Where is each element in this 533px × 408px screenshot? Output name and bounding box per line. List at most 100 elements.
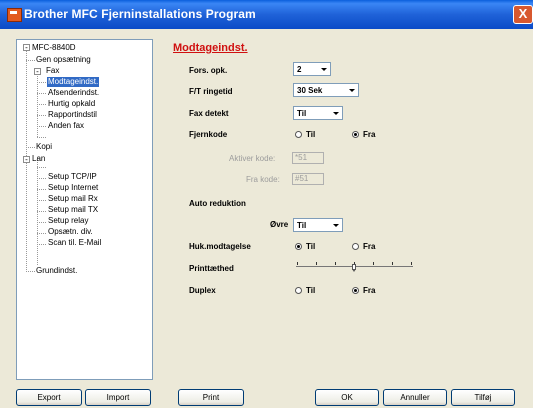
tree-line [37,189,46,190]
remote-code-off-radio[interactable]: Fra [352,130,375,139]
upper-select[interactable]: Til [293,218,343,232]
tree-line [26,147,35,148]
deactivate-code-label: Fra kode: [246,175,280,184]
slider-tick [297,262,298,265]
activate-code-label: Aktiver kode: [229,154,276,163]
tree-line [37,222,46,223]
import-button[interactable]: Import [85,389,151,406]
remote-code-label: Fjernkode [189,130,228,139]
tree-line [37,126,46,127]
chevron-down-icon[interactable] [346,85,357,95]
tree-line [26,60,35,61]
window-title: Brother MFC Fjerninstallations Program [24,7,256,21]
memory-receive-on-label: Til [306,242,316,251]
rings-select[interactable]: 2 [293,62,331,76]
chevron-down-icon[interactable] [330,220,341,230]
print-density-label: Printtæthed [189,264,234,273]
close-button[interactable]: X [513,5,533,24]
tree-item-sender-settings[interactable]: Afsenderindst. [48,88,99,98]
radio-button-icon[interactable] [295,131,302,138]
apply-button[interactable]: Tilføj [451,389,515,406]
tree-line [37,76,38,137]
slider-tick [392,262,393,265]
export-button[interactable]: Export [16,389,82,406]
tree-item-scan-to-email[interactable]: Scan til. E-Mail [48,238,101,248]
fax-detect-label: Fax detekt [189,109,229,118]
collapse-root-icon[interactable]: - [23,44,30,52]
tree-line [37,200,46,201]
tree-line [37,104,46,105]
auto-reduction-label: Auto reduktion [189,199,246,208]
rings-value: 2 [297,65,302,74]
tree-item-misc-setup[interactable]: Opsætn. div. [48,227,93,237]
tree-item-report-settings[interactable]: Rapportindstil [48,110,97,120]
tree-item-fax[interactable]: Fax [46,66,59,76]
tree-item-basic-settings[interactable]: Grundindst. [36,266,77,276]
memory-receive-off-radio[interactable]: Fra [352,242,375,251]
rings-label: Fors. opk. [189,66,228,75]
tree-item-setup-mail-rx[interactable]: Setup mail Rx [48,194,98,204]
tree-item-other-fax[interactable]: Anden fax [48,121,84,131]
tree-item-setup-internet[interactable]: Setup Internet [48,183,98,193]
remote-code-off-label: Fra [363,130,376,139]
tree-item-receive-settings[interactable]: Modtageindst. [47,77,100,87]
print-button[interactable]: Print [178,389,244,406]
duplex-on-radio[interactable]: Til [295,286,315,295]
slider-thumb[interactable] [352,264,357,273]
tree-item-gen-setup[interactable]: Gen opsætning [36,55,91,65]
memory-receive-off-label: Fra [363,242,376,251]
cancel-button[interactable]: Annuller [383,389,447,406]
tree-line [37,244,46,245]
radio-button-icon[interactable] [352,287,359,294]
tree-line [37,137,46,138]
upper-label: Øvre [270,220,289,229]
radio-button-icon[interactable] [295,243,302,250]
chevron-down-icon[interactable] [318,64,329,74]
activate-code-field[interactable]: *51 [292,152,324,164]
ft-ring-time-value: 30 Sek [297,86,323,95]
deactivate-code-field[interactable]: #51 [292,173,324,185]
fax-detect-value: Til [297,109,307,118]
remote-code-on-radio[interactable]: Til [295,130,315,139]
remote-code-on-label: Til [306,130,316,139]
memory-receive-on-radio[interactable]: Til [295,242,315,251]
duplex-on-label: Til [306,286,316,295]
title-bar: Brother MFC Fjerninstallations Program X [0,0,533,29]
app-icon [7,8,22,22]
slider-tick [335,262,336,265]
radio-button-icon[interactable] [295,287,302,294]
tree-item-setup-mail-tx[interactable]: Setup mail TX [48,205,98,215]
collapse-lan-icon[interactable]: - [23,156,30,164]
chevron-down-icon[interactable] [330,108,341,118]
tree-line [37,115,46,116]
tree-item-root[interactable]: MFC-8840D [32,43,76,53]
tree-line [37,211,46,212]
duplex-off-label: Fra [363,286,376,295]
collapse-fax-icon[interactable]: - [34,68,41,76]
ft-ring-time-select[interactable]: 30 Sek [293,83,359,97]
tree-item-setup-relay[interactable]: Setup relay [48,216,88,226]
tree-item-copy[interactable]: Kopi [36,142,52,152]
tree-item-setup-tcpip[interactable]: Setup TCP/IP [48,172,97,182]
slider-tick [373,262,374,265]
radio-button-icon[interactable] [352,131,359,138]
radio-button-icon[interactable] [352,243,359,250]
tree-line [37,167,46,168]
tree-item-lan[interactable]: Lan [32,154,45,164]
fax-detect-select[interactable]: Til [293,106,343,120]
settings-tree[interactable]: - MFC-8840D Gen opsætning - Fax Modtagei… [16,39,153,380]
tree-line [37,233,46,234]
tree-line [37,178,46,179]
tree-line [37,82,46,83]
upper-value: Til [297,221,307,230]
ft-ring-time-label: F/T ringetid [189,87,233,96]
duplex-off-radio[interactable]: Fra [352,286,375,295]
tree-item-quick-dial[interactable]: Hurtig opkald [48,99,95,109]
ok-button[interactable]: OK [315,389,379,406]
tree-line [37,93,46,94]
tree-line [26,271,35,272]
page-title: Modtageindst. [173,42,248,54]
duplex-label: Duplex [189,286,216,295]
slider-tick [316,262,317,265]
slider-tick [411,262,412,265]
